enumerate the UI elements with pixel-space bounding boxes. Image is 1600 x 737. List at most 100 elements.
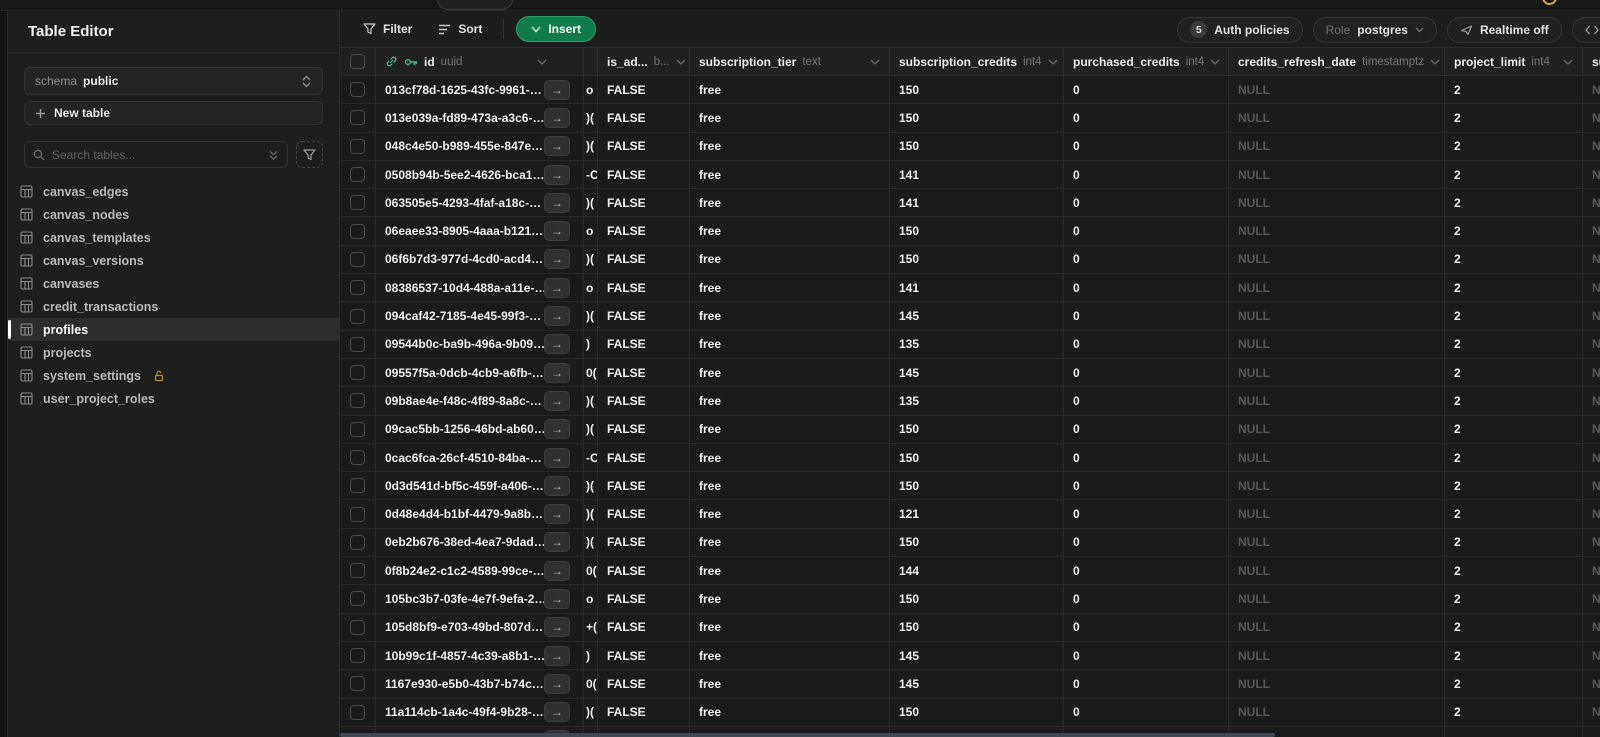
row-checkbox[interactable]	[350, 308, 365, 324]
cell-subscription_tier[interactable]: free	[690, 104, 890, 132]
cell-subscription_credits[interactable]: 150	[890, 472, 1064, 500]
cell-is_admin[interactable]: FALSE	[598, 387, 690, 415]
cell-id[interactable]: 0cac6fca-26cf-4510-84ba-c4580...→	[376, 443, 584, 472]
realtime-toggle-button[interactable]: Realtime off	[1446, 16, 1562, 43]
cell-id[interactable]: 013cf78d-1625-43fc-9961-442189...→	[376, 76, 584, 104]
cell-id[interactable]: 105d8bf9-e703-49bd-807d-645e...→	[376, 613, 584, 641]
cell-frag[interactable]: 0(	[584, 557, 598, 585]
column-header-subscription_credits[interactable]: subscription_credits int4	[890, 48, 1064, 75]
cell-last[interactable]: NU	[1583, 76, 1600, 103]
cell-project_limit[interactable]: 2	[1445, 104, 1583, 132]
cell-is_admin[interactable]: FALSE	[598, 274, 690, 302]
expand-row-button[interactable]: →	[544, 221, 570, 242]
cell-last[interactable]: NU	[1583, 104, 1600, 131]
cell-project_limit[interactable]: 2	[1445, 528, 1583, 557]
cell-purchased_credits[interactable]: 0	[1064, 217, 1229, 245]
expand-row-button[interactable]: →	[544, 136, 570, 157]
cell-project_limit[interactable]: 2	[1445, 585, 1583, 613]
expand-row-button[interactable]: →	[544, 645, 570, 666]
cell-purchased_credits[interactable]: 0	[1064, 698, 1229, 726]
cell-subscription_credits[interactable]: 150	[890, 585, 1064, 613]
cell-is_admin[interactable]: FALSE	[598, 217, 690, 245]
cell-frag[interactable]: )(	[584, 528, 598, 557]
expand-row-button[interactable]: →	[544, 475, 570, 496]
cell-is_admin[interactable]: FALSE	[598, 160, 690, 189]
cell-subscription_tier[interactable]: free	[690, 585, 890, 613]
cell-frag[interactable]: )(	[584, 189, 598, 217]
cell-is_admin[interactable]: FALSE	[598, 528, 690, 557]
cell-subscription_tier[interactable]: free	[690, 387, 890, 415]
cell-is_admin[interactable]: FALSE	[598, 189, 690, 217]
cell-is_admin[interactable]: FALSE	[598, 557, 690, 585]
cell-is_admin[interactable]: FALSE	[598, 641, 690, 670]
cell-subscription_credits[interactable]: 150	[890, 528, 1064, 557]
cell-id[interactable]: 048c4e50-b989-455e-847e-fb2f...→	[376, 132, 584, 160]
cell-id[interactable]: 105bc3b7-03fe-4e7f-9efa-21bb40...→	[376, 585, 584, 613]
cell-project_limit[interactable]: 2	[1445, 500, 1583, 528]
cell-subscription_tier[interactable]: free	[690, 641, 890, 670]
cell-purchased_credits[interactable]: 0	[1064, 387, 1229, 415]
row-checkbox[interactable]	[350, 138, 365, 154]
cell-project_limit[interactable]: 2	[1445, 330, 1583, 358]
row-checkbox[interactable]	[350, 478, 365, 494]
cell-credits_refresh_date[interactable]: NULL	[1229, 217, 1445, 245]
cell-frag[interactable]: )(	[584, 472, 598, 500]
cell-purchased_credits[interactable]: 0	[1064, 302, 1229, 330]
cell-last[interactable]: NU	[1583, 359, 1600, 386]
cell-id[interactable]: 08386537-10d4-488a-a11e-eb5a6...→	[376, 274, 584, 302]
row-checkbox[interactable]	[350, 82, 365, 98]
cell-subscription_tier[interactable]: free	[690, 274, 890, 302]
cell-purchased_credits[interactable]: 0	[1064, 330, 1229, 358]
expand-row-button[interactable]: →	[544, 504, 570, 525]
row-checkbox[interactable]	[350, 534, 365, 550]
cell-subscription_credits[interactable]: 135	[890, 330, 1064, 358]
cell-last[interactable]: NU	[1583, 387, 1600, 414]
cell-subscription_tier[interactable]: free	[690, 613, 890, 641]
cell-purchased_credits[interactable]: 0	[1064, 160, 1229, 189]
cell-subscription_tier[interactable]: free	[690, 358, 890, 387]
cell-subscription_credits[interactable]: 150	[890, 443, 1064, 472]
insert-button[interactable]: Insert	[516, 16, 597, 42]
sidebar-item-canvas_templates[interactable]: canvas_templates	[8, 226, 339, 249]
cell-project_limit[interactable]: 2	[1445, 472, 1583, 500]
sidebar-item-canvas_nodes[interactable]: canvas_nodes	[8, 203, 339, 226]
search-tables-box[interactable]	[24, 141, 288, 168]
cell-subscription_tier[interactable]: free	[690, 443, 890, 472]
cell-project_limit[interactable]: 2	[1445, 217, 1583, 245]
row-checkbox[interactable]	[350, 506, 365, 522]
cell-project_limit[interactable]: 2	[1445, 76, 1583, 104]
expand-row-button[interactable]: →	[544, 617, 570, 638]
cell-last[interactable]: NU	[1583, 642, 1600, 669]
cell-subscription_credits[interactable]: 150	[890, 415, 1064, 443]
row-checkbox[interactable]	[350, 393, 365, 409]
cell-id[interactable]: 094caf42-7185-4e45-99f3-14abee...→	[376, 302, 584, 330]
column-header-clipped[interactable]	[584, 48, 598, 75]
column-header-credits_refresh_date[interactable]: credits_refresh_date timestamptz	[1229, 48, 1445, 75]
cell-frag[interactable]: 0(	[584, 670, 598, 698]
expand-row-button[interactable]: →	[544, 164, 570, 185]
cell-id[interactable]: 09cac5bb-1256-46bd-ab60-64ed...→	[376, 415, 584, 443]
expand-row-button[interactable]: →	[544, 107, 570, 128]
chevron-down-icon[interactable]	[1210, 59, 1220, 65]
cell-frag[interactable]: )(	[584, 698, 598, 726]
chevron-down-icon[interactable]	[870, 59, 880, 65]
cell-id[interactable]: 0eb2b676-38ed-4ea7-9dad-38e6...→	[376, 528, 584, 557]
cell-credits_refresh_date[interactable]: NULL	[1229, 557, 1445, 585]
cell-project_limit[interactable]: 2	[1445, 698, 1583, 726]
row-checkbox[interactable]	[350, 223, 365, 239]
cell-frag[interactable]: )(	[584, 302, 598, 330]
cell-project_limit[interactable]: 2	[1445, 415, 1583, 443]
cell-subscription_credits[interactable]: 141	[890, 274, 1064, 302]
chevron-down-icon[interactable]	[1048, 59, 1058, 65]
cell-id[interactable]: 0f8b24e2-c1c2-4589-99ce-2c52d...→	[376, 557, 584, 585]
horizontal-scrollbar[interactable]	[340, 733, 1275, 737]
row-checkbox[interactable]	[350, 365, 365, 381]
chevron-down-icon[interactable]	[1563, 59, 1573, 65]
sidebar-item-credit_transactions[interactable]: credit_transactions	[8, 295, 339, 318]
expand-row-button[interactable]: →	[544, 249, 570, 270]
cell-subscription_credits[interactable]: 141	[890, 189, 1064, 217]
cell-subscription_tier[interactable]: free	[690, 217, 890, 245]
cell-credits_refresh_date[interactable]: NULL	[1229, 528, 1445, 557]
cell-subscription_credits[interactable]: 145	[890, 641, 1064, 670]
cell-subscription_credits[interactable]: 144	[890, 557, 1064, 585]
